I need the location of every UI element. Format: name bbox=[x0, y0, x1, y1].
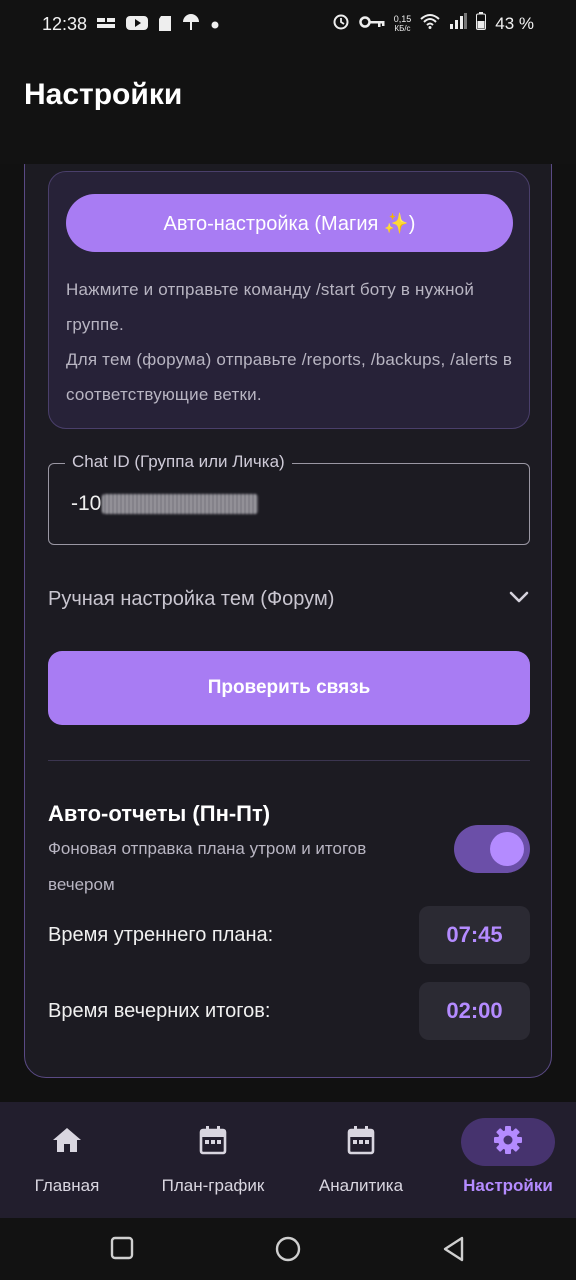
key-icon bbox=[358, 14, 385, 34]
calendar-icon bbox=[347, 1125, 375, 1160]
chat-id-value-wrap: -10 bbox=[71, 492, 259, 516]
network-speed: 0,15 КБ/с bbox=[393, 14, 412, 33]
nav-item-schedule[interactable]: План-график bbox=[141, 1102, 285, 1218]
redacted-mask bbox=[102, 494, 259, 514]
home-button-icon[interactable] bbox=[275, 1236, 301, 1267]
nav-icon-wrap bbox=[20, 1118, 114, 1166]
nav-label-settings: Настройки bbox=[463, 1176, 553, 1195]
check-connection-button[interactable]: Проверить связь bbox=[48, 651, 530, 725]
manual-topics-label: Ручная настройка тем (Форум) bbox=[48, 587, 335, 610]
page-title: Настройки bbox=[24, 78, 183, 111]
evening-time-label: Время вечерних итогов: bbox=[48, 999, 271, 1022]
toggle-knob bbox=[490, 832, 524, 866]
morning-time-picker[interactable]: 07:45 bbox=[419, 906, 530, 964]
nav-label-schedule: План-график bbox=[161, 1176, 265, 1195]
youtube-icon bbox=[126, 15, 148, 36]
home-icon bbox=[52, 1126, 82, 1159]
nav-item-settings[interactable]: Настройки bbox=[436, 1102, 576, 1218]
divider bbox=[48, 760, 530, 761]
nav-label-home: Главная bbox=[34, 1176, 100, 1195]
signal-icon bbox=[449, 13, 468, 34]
wifi-icon bbox=[420, 13, 440, 34]
evening-time-picker[interactable]: 02:00 bbox=[419, 982, 530, 1040]
dot-icon bbox=[210, 17, 220, 35]
status-right-icons: 0,15 КБ/с 43 % bbox=[332, 12, 534, 35]
nav-icon-wrap bbox=[166, 1118, 260, 1166]
auto-reports-description: Фоновая отправка плана утром и итогов ве… bbox=[48, 839, 367, 894]
alarm-icon bbox=[332, 12, 350, 35]
app-header: Настройки bbox=[0, 48, 576, 164]
help-line-1: Нажмите и отправьте команду /start боту … bbox=[66, 280, 475, 334]
status-left-icons bbox=[96, 14, 220, 37]
chevron-down-icon bbox=[508, 590, 530, 609]
bottom-navigation: Главная План-график Аналитика Настройки bbox=[0, 1102, 576, 1218]
nav-item-analytics[interactable]: Аналитика bbox=[289, 1102, 433, 1218]
morning-time-label: Время утреннего плана: bbox=[48, 923, 274, 946]
auto-setup-button[interactable]: Авто-настройка (Магия ✨) bbox=[66, 194, 513, 252]
auto-setup-help: Нажмите и отправьте команду /start боту … bbox=[66, 272, 516, 412]
notification-icon bbox=[96, 16, 116, 35]
auto-setup-box: Авто-настройка (Магия ✨) Нажмите и отпра… bbox=[48, 171, 530, 429]
auto-reports-title: Авто-отчеты (Пн-Пт) bbox=[48, 801, 271, 826]
battery-icon bbox=[476, 12, 487, 35]
system-navigation-bar bbox=[0, 1218, 576, 1280]
chat-id-field[interactable]: Chat ID (Группа или Личка) -10 bbox=[48, 452, 530, 545]
nav-icon-wrap bbox=[314, 1118, 408, 1166]
nav-icon-wrap bbox=[461, 1118, 555, 1166]
status-time: 12:38 bbox=[42, 14, 88, 34]
settings-content[interactable]: Авто-настройка (Магия ✨) Нажмите и отпра… bbox=[0, 164, 576, 1102]
umbrella-icon bbox=[182, 14, 200, 37]
sd-card-icon bbox=[158, 15, 172, 37]
help-line-2: Для тем (форума) отправьте /reports, /ba… bbox=[66, 350, 513, 404]
morning-time-row: Время утреннего плана: 07:45 bbox=[48, 906, 530, 964]
chat-id-label: Chat ID (Группа или Личка) bbox=[65, 452, 292, 472]
status-bar: 12:38 0,15 КБ/с 43 % bbox=[0, 0, 576, 48]
manual-topics-toggle[interactable]: Ручная настройка тем (Форум) bbox=[48, 581, 530, 617]
gear-icon bbox=[493, 1125, 523, 1160]
nav-label-analytics: Аналитика bbox=[318, 1176, 404, 1195]
battery-percent: 43 % bbox=[495, 13, 534, 33]
auto-reports-toggle[interactable] bbox=[454, 825, 530, 873]
telegram-settings-card: Авто-настройка (Магия ✨) Нажмите и отпра… bbox=[24, 164, 552, 1078]
chat-id-value: -10 bbox=[71, 492, 102, 515]
recents-icon[interactable] bbox=[110, 1236, 134, 1265]
evening-time-row: Время вечерних итогов: 02:00 bbox=[48, 982, 530, 1040]
calendar-icon bbox=[199, 1125, 227, 1160]
back-icon[interactable] bbox=[442, 1236, 466, 1267]
nav-item-home[interactable]: Главная bbox=[0, 1102, 139, 1218]
